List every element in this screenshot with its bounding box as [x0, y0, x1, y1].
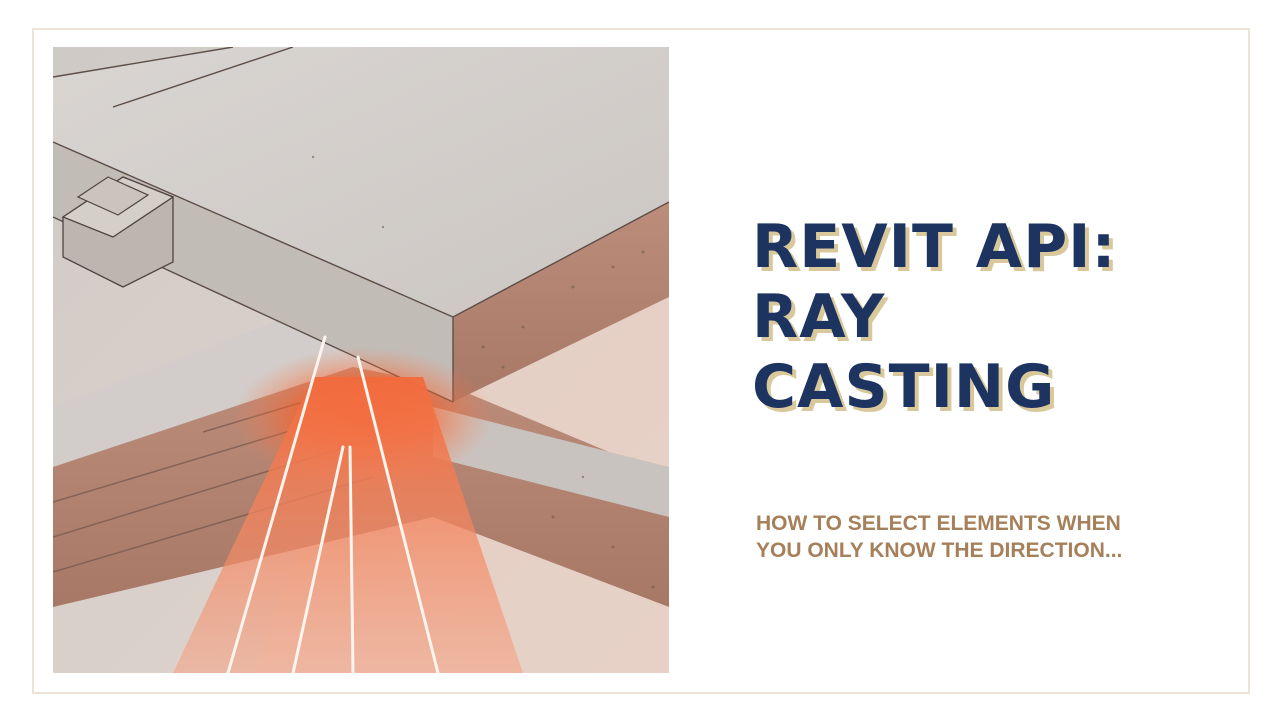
title-line-2: RAY [752, 282, 886, 352]
page-title: REVIT API: RAY CASTING [752, 212, 1252, 422]
title-line-1: REVIT API: [752, 212, 1117, 282]
ray-casting-illustration [53, 47, 669, 673]
title-line-3: CASTING [752, 352, 1056, 422]
illustration-canvas [53, 47, 669, 673]
subtitle-line-1: HOW TO SELECT ELEMENTS WHEN [756, 512, 1121, 535]
page-subtitle: HOW TO SELECT ELEMENTS WHEN YOU ONLY KNO… [756, 510, 1226, 564]
subtitle-line-2: YOU ONLY KNOW THE DIRECTION... [756, 539, 1123, 562]
